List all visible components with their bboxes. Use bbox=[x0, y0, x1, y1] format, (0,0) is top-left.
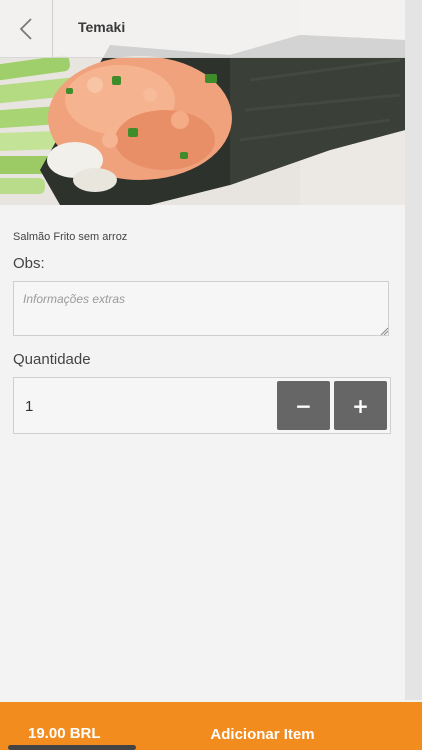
increase-quantity-button[interactable]: + bbox=[334, 381, 387, 430]
quantity-value[interactable]: 1 bbox=[25, 398, 33, 415]
product-description: Salmão Frito sem arroz bbox=[13, 231, 128, 243]
top-bar: Temaki bbox=[0, 0, 405, 58]
scroll-edge bbox=[405, 0, 422, 700]
product-detail-screen: Temaki Salmão Frito sem arroz Obs: Quant… bbox=[0, 0, 422, 750]
home-indicator bbox=[8, 745, 136, 750]
obs-field[interactable] bbox=[13, 281, 389, 336]
back-button[interactable] bbox=[0, 0, 53, 57]
quantity-stepper: 1 − + bbox=[13, 377, 391, 434]
resize-grip-icon[interactable] bbox=[380, 327, 388, 335]
add-item-button[interactable]: Adicionar Item bbox=[180, 718, 345, 750]
decrease-quantity-button[interactable]: − bbox=[277, 381, 330, 430]
page-title: Temaki bbox=[78, 19, 126, 35]
quantity-label: Quantidade bbox=[13, 351, 91, 368]
chevron-left-icon bbox=[19, 17, 32, 40]
obs-label: Obs: bbox=[13, 255, 45, 272]
footer-bar: 19.00 BRL Adicionar Item bbox=[0, 702, 422, 750]
price-label: 19.00 BRL bbox=[28, 725, 101, 742]
